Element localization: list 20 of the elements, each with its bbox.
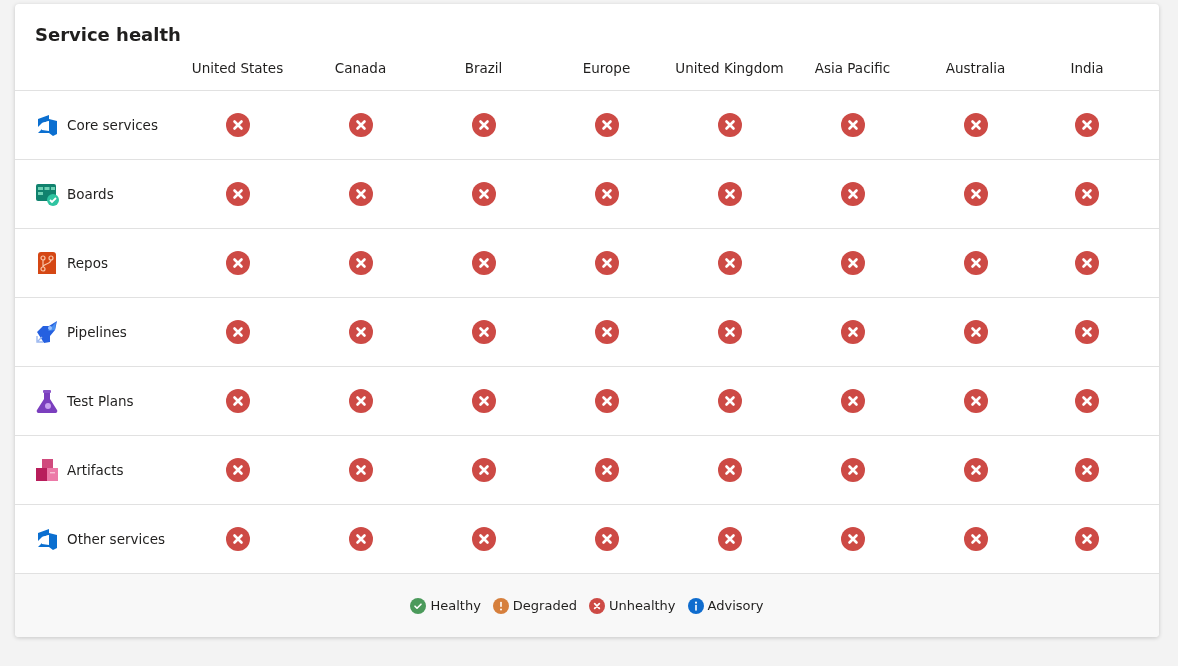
legend-label: Healthy <box>430 598 481 613</box>
column-header: United States <box>191 60 284 76</box>
column-header: Canada <box>334 60 387 76</box>
card-title: Service health <box>34 23 182 46</box>
legend-label: Unhealthy <box>608 598 676 613</box>
column-header: United Kingdom <box>675 60 784 76</box>
legend-label: Advisory <box>707 598 764 613</box>
column-header: Australia <box>945 60 1006 76</box>
column-header: Brazil <box>464 60 503 76</box>
service-name: Test Plans <box>67 393 134 409</box>
legend-label: Degraded <box>512 598 577 613</box>
service-name: Repos <box>67 255 108 271</box>
column-header: India <box>1070 60 1104 76</box>
service-name: Pipelines <box>67 324 127 340</box>
service-name: Core services <box>67 117 158 133</box>
column-header: Europe <box>582 60 631 76</box>
service-name: Other services <box>67 531 165 547</box>
service-name: Artifacts <box>67 462 124 478</box>
service-name: Boards <box>67 186 114 202</box>
column-header: Asia Pacific <box>814 60 891 76</box>
